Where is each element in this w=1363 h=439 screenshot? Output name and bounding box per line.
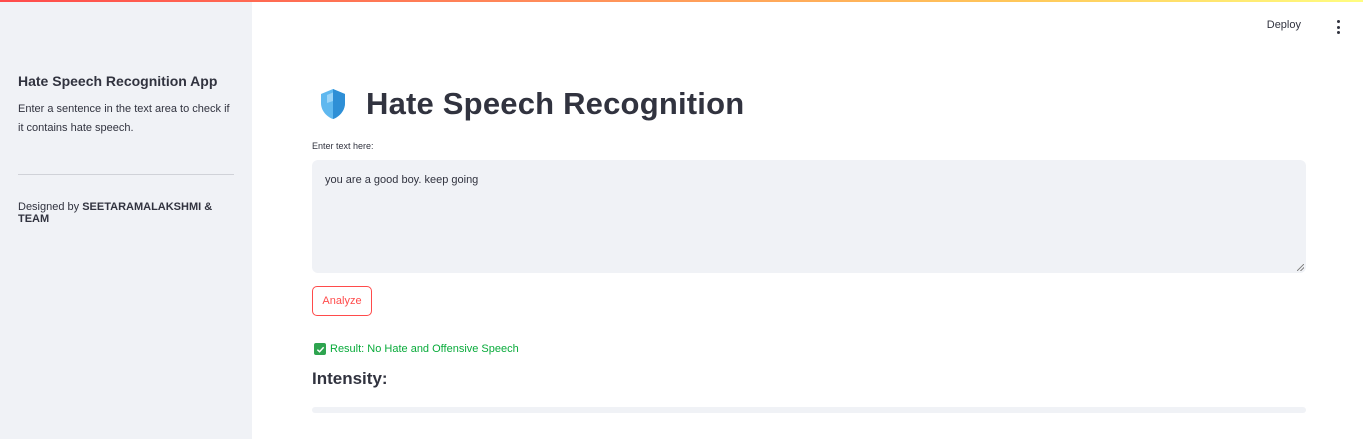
designed-by-prefix: Designed by (18, 201, 83, 213)
shield-icon (321, 89, 345, 119)
result-message: Result: No Hate and Offensive Speech (314, 343, 519, 355)
result-text: Result: No Hate and Offensive Speech (330, 343, 519, 355)
page-title: Hate Speech Recognition (366, 86, 745, 121)
check-box-icon (314, 343, 326, 355)
deploy-button[interactable]: Deploy (1267, 19, 1301, 31)
text-input-area[interactable]: you are a good boy. keep going (312, 160, 1306, 273)
top-decoration-bar (0, 0, 1363, 2)
page-title-row: Hate Speech Recognition (318, 86, 744, 122)
text-input-label: Enter text here: (312, 141, 374, 151)
app-header: Deploy (252, 2, 1363, 50)
analyze-button[interactable]: Analyze (312, 286, 372, 316)
sidebar-title: Hate Speech Recognition App (18, 73, 218, 89)
intensity-progress-bar (312, 407, 1306, 413)
text-input-value: you are a good boy. keep going (325, 174, 479, 186)
kebab-menu-icon[interactable] (1333, 20, 1343, 34)
sidebar: Hate Speech Recognition App Enter a sent… (0, 0, 252, 439)
resize-handle-icon[interactable] (1297, 264, 1304, 271)
intensity-heading: Intensity: (312, 369, 388, 388)
designed-by-text: Designed by SEETARAMALAKSHMI & TEAM (18, 201, 234, 225)
sidebar-description: Enter a sentence in the text area to che… (18, 103, 230, 134)
sidebar-divider (18, 174, 234, 175)
